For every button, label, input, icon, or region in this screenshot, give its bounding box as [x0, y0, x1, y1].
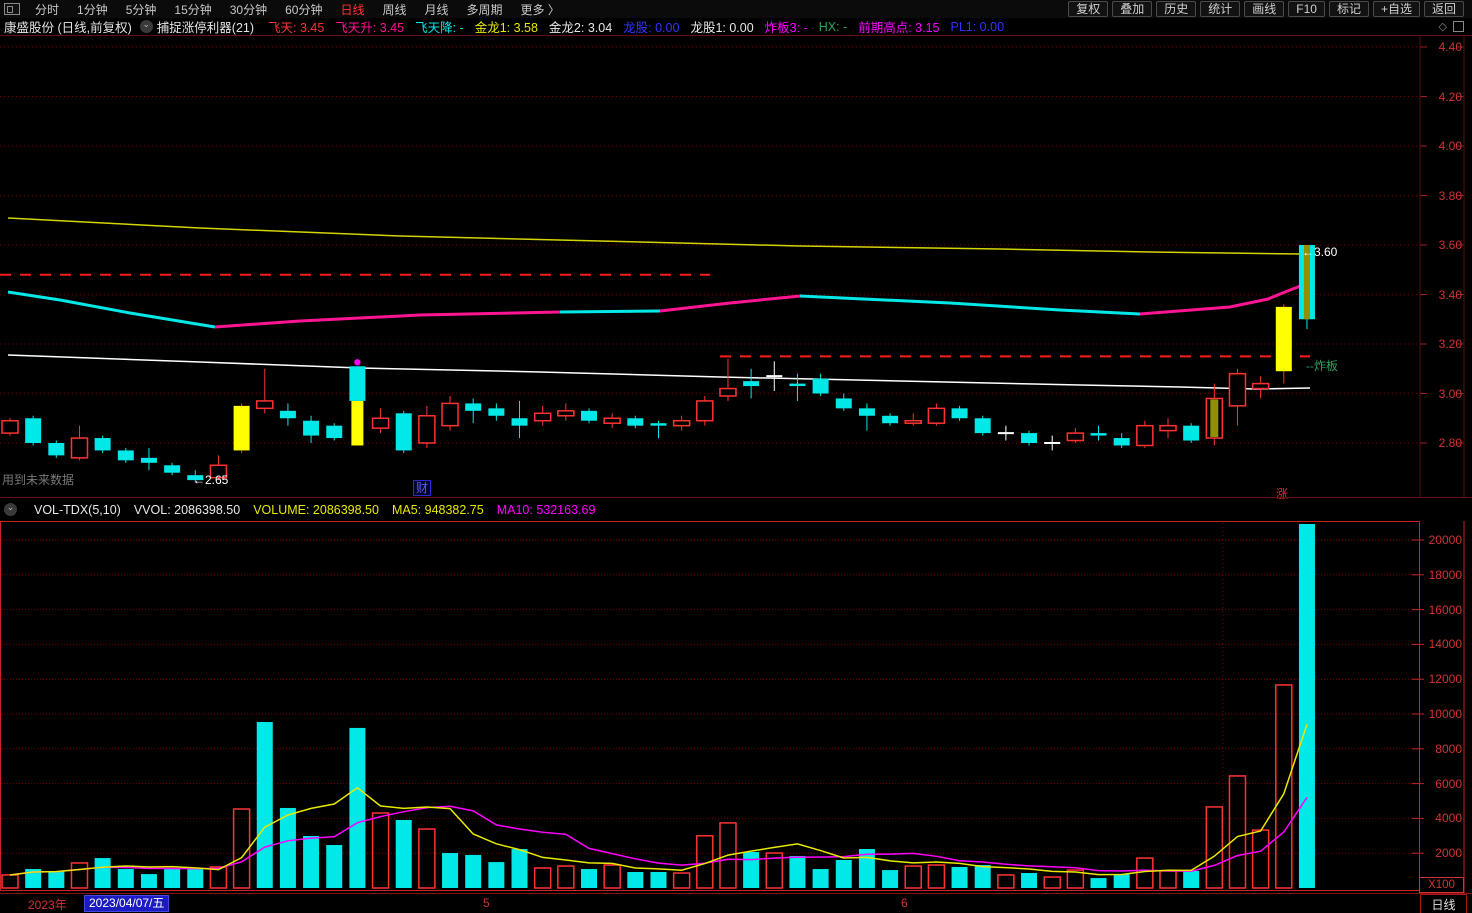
indicator-field-金龙1: 金龙1: 3.58 — [474, 21, 538, 35]
month-label-5: 5 — [483, 896, 490, 910]
volume-tick-14000: 14000 — [1428, 637, 1462, 652]
indicator-name[interactable]: 捕捉涨停利器(21) — [157, 17, 254, 36]
indicator-values: 飞天: 3.45 飞天升: 3.45 飞天降: - 金龙1: 3.58 金龙2: 3.0… — [268, 17, 1004, 36]
indicator-field-前期高点: 前期高点: 3.15 — [858, 21, 940, 35]
indicator-field-炸板3: 炸板3: - — [764, 21, 808, 35]
toolbar: 分时 1分钟 5分钟 15分钟 30分钟 60分钟 日线 周线 月线 多周期 更多 〉 复权 叠加 历史… — [0, 0, 1472, 18]
volume-header-part-3: VOLUME: 2086398.50 — [253, 502, 379, 517]
date-axis: 2023年 2023/04/07/五 5 6 日线 — [0, 893, 1472, 913]
action-button-4[interactable]: 统计 — [1200, 1, 1241, 17]
tdx-window: 分时 1分钟 5分钟 15分钟 30分钟 60分钟 日线 周线 月线 多周期 更多 〉 复权 叠加 历史… — [0, 0, 1472, 913]
volume-tick-2000: 2000 — [1435, 846, 1462, 861]
volume-tick-10000: 10000 — [1428, 707, 1462, 721]
future-data-note: 用到未来数据 — [2, 473, 75, 487]
period-tab-7[interactable]: 日线 — [331, 1, 373, 18]
period-label[interactable]: 日线 — [1420, 894, 1467, 913]
indicator-field-飞天: 飞天: 3.45 — [268, 21, 325, 35]
volume-tick-8000: 8000 — [1435, 741, 1462, 756]
volume-unit: X100 — [1419, 877, 1464, 893]
month-label-6: 6 — [901, 896, 908, 910]
indicator-field-龙股: 龙股: 0.00 — [623, 21, 680, 35]
action-button-8[interactable]: +自选 — [1372, 1, 1420, 17]
action-button-9[interactable]: 返回 — [1423, 1, 1464, 17]
indicator-field-HX: HX: - — [818, 19, 848, 34]
period-tab-6[interactable]: 60分钟 — [276, 1, 331, 18]
volume-chart[interactable] — [0, 521, 1466, 893]
period-menu: 分时 1分钟 5分钟 15分钟 30分钟 60分钟 日线 周线 月线 多周期 更多 〉 — [26, 1, 569, 18]
action-button-7[interactable]: 标记 — [1328, 1, 1369, 17]
window-icon[interactable] — [1453, 21, 1464, 32]
price-tick-3.40: 3.40 — [1438, 287, 1462, 302]
period-tab-9[interactable]: 月线 — [416, 1, 458, 18]
volume-tick-12000: 12000 — [1428, 672, 1462, 687]
indicator-field-飞天升: 飞天升: 3.45 — [335, 21, 405, 35]
volume-tick-4000: 4000 — [1435, 811, 1462, 826]
price-tick-3.60: 3.60 — [1438, 238, 1462, 252]
date-cursor[interactable]: 2023/04/07/五 — [84, 895, 170, 912]
price-tick-3.00: 3.00 — [1438, 386, 1462, 401]
period-tab-3[interactable]: 5分钟 — [117, 1, 166, 18]
action-button-1[interactable]: 复权 — [1068, 1, 1109, 17]
app-icon[interactable] — [4, 3, 20, 15]
period-tab-1[interactable]: 分时 — [26, 1, 68, 18]
year-label: 2023年 — [28, 898, 67, 912]
cai-label: 财 — [413, 480, 432, 496]
zhaban-label: --炸板 — [1306, 359, 1338, 373]
period-tab-11[interactable]: 更多 〉 — [512, 1, 569, 18]
price-tick-3.20: 3.20 — [1438, 337, 1462, 351]
price-tick-4.20: 4.20 — [1438, 89, 1462, 104]
volume-header-part-2: VVOL: 2086398.50 — [133, 502, 241, 517]
period-tab-10[interactable]: 多周期 — [458, 1, 512, 18]
period-tab-8[interactable]: 周线 — [373, 1, 415, 18]
price-tick-3.80: 3.80 — [1438, 188, 1462, 203]
volume-tick-18000: 18000 — [1428, 567, 1462, 582]
chevron-circle-icon[interactable] — [139, 20, 153, 33]
price-tick-4.40: 4.40 — [1438, 40, 1462, 54]
volume-values: VOL-TDX(5,10) VVOL: 2086398.50 VOLUME: 208… — [34, 503, 595, 517]
price-tick-2.80: 2.80 — [1438, 436, 1462, 450]
main-chart[interactable] — [0, 36, 1466, 498]
action-button-2[interactable]: 叠加 — [1112, 1, 1153, 17]
action-button-3[interactable]: 历史 — [1156, 1, 1197, 17]
price-tick-4.00: 4.00 — [1438, 139, 1462, 153]
info-bar: 康盛股份 (日线,前复权) 捕捉涨停利器(21) 飞天: 3.45 飞天升: 3.… — [0, 18, 1472, 35]
volume-tick-20000: 20000 — [1428, 533, 1462, 547]
diamond-icon[interactable]: ◇ — [1439, 20, 1447, 33]
volume-tick-16000: 16000 — [1428, 602, 1462, 617]
volume-tick-6000: 6000 — [1435, 776, 1462, 791]
stock-title[interactable]: 康盛股份 (日线,前复权) — [4, 17, 132, 36]
toolbar-actions: 复权 叠加 历史 统计 画线 F10 标记 +自选 返回 — [1068, 1, 1472, 17]
indicator-field-飞天降: 飞天降: - — [415, 21, 464, 35]
action-button-6[interactable]: F10 — [1288, 1, 1325, 17]
low-price-label: ←2.65 — [193, 473, 229, 487]
indicator-field-金龙2: 金龙2: 3.04 — [548, 21, 613, 35]
divider-mid — [0, 497, 1472, 498]
period-tab-5[interactable]: 30分钟 — [221, 1, 276, 18]
indicator-field-PL1: PL1: 0.00 — [950, 19, 1005, 34]
volume-header: VOL-TDX(5,10) VVOL: 2086398.50 VOLUME: 208… — [0, 499, 1420, 520]
volume-header-part-5: MA10: 532163.69 — [496, 502, 596, 517]
period-tab-4[interactable]: 15分钟 — [165, 1, 220, 18]
period-tab-2[interactable]: 1分钟 — [68, 1, 117, 18]
chevron-circle-icon[interactable] — [4, 503, 17, 516]
high-price-label: ←3.60 — [1302, 245, 1338, 259]
indicator-field-龙股1: 龙股1: 0.00 — [690, 21, 754, 35]
action-button-5[interactable]: 画线 — [1244, 1, 1285, 17]
volume-header-part-4: MA5: 948382.75 — [391, 502, 484, 517]
volume-header-part-1: VOL-TDX(5,10) — [34, 502, 121, 517]
